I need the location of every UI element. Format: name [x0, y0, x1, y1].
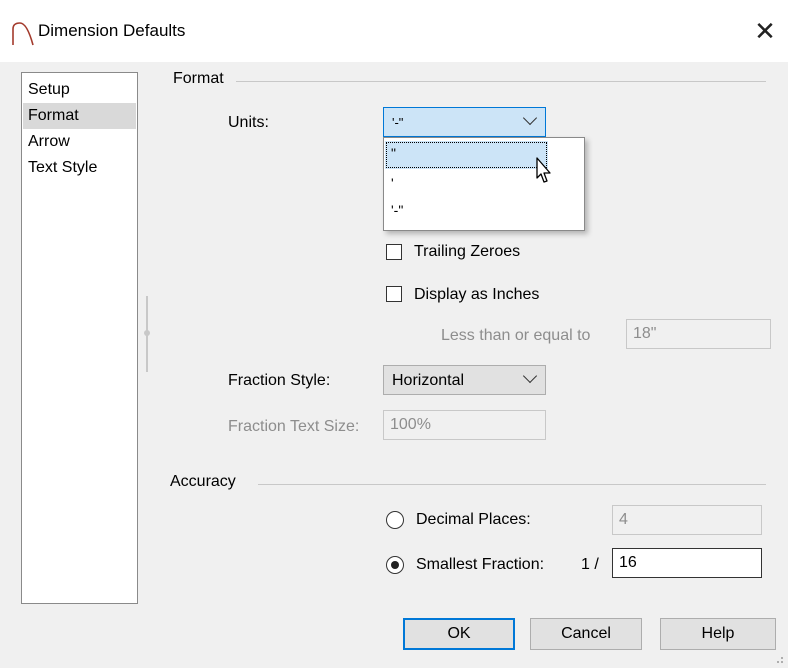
splitter-grip [144, 330, 150, 336]
mouse-pointer-icon [536, 157, 551, 183]
help-button[interactable]: Help [660, 618, 776, 650]
decimal-places-field[interactable]: 4 [612, 505, 762, 535]
format-group-label: Format [173, 70, 224, 87]
resize-grip-icon[interactable] [772, 652, 784, 664]
category-list: Setup Format Arrow Text Style [21, 72, 138, 604]
units-option-inches[interactable]: " [385, 141, 548, 169]
display-as-inches-checkbox[interactable] [386, 286, 402, 302]
accuracy-group-label: Accuracy [170, 473, 236, 490]
chevron-down-icon [522, 110, 538, 126]
list-item-arrow[interactable]: Arrow [23, 129, 136, 155]
fraction-style-label: Fraction Style: [228, 372, 331, 389]
trailing-zeroes-checkbox[interactable] [386, 244, 402, 260]
cancel-button[interactable]: Cancel [530, 618, 642, 650]
window-title: Dimension Defaults [38, 21, 186, 40]
close-icon[interactable]: ✕ [748, 14, 782, 48]
fraction-text-size-field[interactable]: 100% [383, 410, 546, 440]
ok-button[interactable]: OK [403, 618, 515, 650]
units-label: Units: [228, 114, 269, 131]
list-item-setup[interactable]: Setup [23, 77, 136, 103]
smallest-fraction-radio[interactable] [386, 556, 404, 574]
chevron-down-icon [522, 368, 538, 384]
display-as-inches-label: Display as Inches [414, 286, 540, 303]
less-than-label: Less than or equal to [441, 327, 591, 344]
format-group-divider [236, 81, 766, 82]
smallest-fraction-prefix: 1 / [581, 556, 599, 573]
units-option-feet[interactable]: ' [385, 171, 548, 199]
smallest-fraction-label: Smallest Fraction: [416, 556, 545, 573]
fraction-style-value: Horizontal [392, 372, 465, 389]
decimal-places-label: Decimal Places: [416, 511, 531, 528]
fraction-text-size-label: Fraction Text Size: [228, 418, 360, 435]
decimal-places-radio[interactable] [386, 511, 404, 529]
units-option-feet-inches[interactable]: '-" [385, 198, 548, 226]
app-arch-icon [12, 22, 34, 46]
smallest-fraction-field[interactable]: 16 [612, 548, 762, 578]
accuracy-group-divider [258, 484, 766, 485]
fraction-style-select[interactable]: Horizontal [383, 365, 546, 395]
less-than-field[interactable]: 18" [626, 319, 771, 349]
list-item-text-style[interactable]: Text Style [23, 155, 136, 181]
list-item-format[interactable]: Format [23, 103, 136, 129]
trailing-zeroes-label: Trailing Zeroes [414, 243, 521, 260]
units-select-value: '-" [392, 115, 404, 130]
units-select[interactable]: '-" [383, 107, 546, 137]
